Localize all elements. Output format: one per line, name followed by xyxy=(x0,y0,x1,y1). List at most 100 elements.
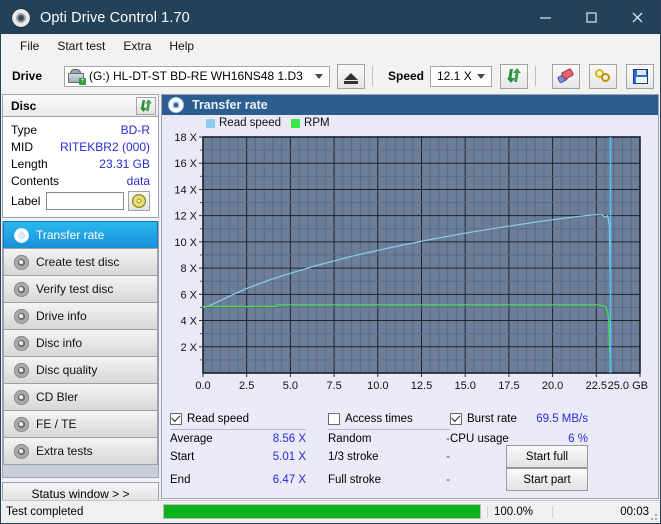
cpu-usage-key: CPU usage xyxy=(450,433,526,445)
toolbar-divider-2 xyxy=(535,66,536,86)
disc-icon xyxy=(10,417,32,432)
svg-text:20.0: 20.0 xyxy=(542,380,563,392)
sidebar-item-fe-te[interactable]: FE / TE xyxy=(3,410,158,438)
start-part-button[interactable]: Start part xyxy=(506,468,588,491)
disc-row-length: Length 23.31 GB xyxy=(3,155,158,172)
disc-value: 23.31 GB xyxy=(99,157,150,171)
stats-panel: Read speed Access times Burst rate 69.5 … xyxy=(162,405,658,498)
disc-key: Type xyxy=(11,123,37,137)
stats-grid: Read speed Access times Burst rate 69.5 … xyxy=(170,409,650,491)
stat-key: End xyxy=(170,474,248,486)
stats-row-start: Start 5.01 X 1/3 stroke - Start full xyxy=(170,445,650,468)
tab-title: Transfer rate xyxy=(192,98,268,112)
refresh-icon xyxy=(506,68,522,84)
speed-select[interactable]: 12.1 X xyxy=(430,66,492,87)
sidebar-item-label: Extra tests xyxy=(36,444,93,458)
stat-key: Average xyxy=(170,433,248,445)
disc-panel-title: Disc xyxy=(11,99,36,113)
chevron-down-icon xyxy=(315,74,323,79)
sidebar-item-label: CD Bler xyxy=(36,390,78,404)
disc-value: data xyxy=(127,174,150,188)
disc-value: BD-R xyxy=(121,123,150,137)
toolbar-divider-1 xyxy=(372,66,373,86)
drive-select[interactable]: + (G:) HL-DT-ST BD-RE WH16NS48 1.D3 xyxy=(64,66,330,87)
chart-canvas: 2 X4 X6 X8 X10 X12 X14 X16 X18 X0.02.55.… xyxy=(162,115,660,405)
disc-info-list: Type BD-R MID RITEKBR2 (000) Length 23.3… xyxy=(2,116,159,218)
chevron-down-icon xyxy=(477,74,485,79)
svg-text:17.5: 17.5 xyxy=(498,380,519,392)
cpu-usage-value: 6 % xyxy=(526,433,588,445)
disc-row-mid: MID RITEKBR2 (000) xyxy=(3,138,158,155)
eraser-icon xyxy=(558,69,575,84)
sidebar-item-cd-bler[interactable]: CD Bler xyxy=(3,383,158,411)
svg-text:18 X: 18 X xyxy=(174,132,197,144)
link-button[interactable] xyxy=(589,64,617,89)
disc-icon xyxy=(10,309,32,324)
stat-value: 6.47 X xyxy=(248,474,306,486)
close-button[interactable] xyxy=(614,1,660,34)
menu-item-extra[interactable]: Extra xyxy=(114,37,160,55)
svg-text:2.5: 2.5 xyxy=(239,380,254,392)
sidebar-filler xyxy=(3,465,158,477)
disc-label-button[interactable] xyxy=(128,191,150,211)
svg-text:8 X: 8 X xyxy=(180,263,197,275)
sidebar-item-transfer-rate[interactable]: Transfer rate xyxy=(3,221,158,249)
menu-item-file[interactable]: File xyxy=(11,37,48,55)
stat-value-2: - xyxy=(410,474,450,486)
svg-text:10.0: 10.0 xyxy=(367,380,388,392)
start-part-label: Start part xyxy=(523,474,570,486)
refresh-icon xyxy=(139,99,153,113)
sidebar-item-disc-quality[interactable]: Disc quality xyxy=(3,356,158,384)
sidebar-item-create-test-disc[interactable]: Create test disc xyxy=(3,248,158,276)
erase-disc-button[interactable] xyxy=(552,64,580,89)
refresh-drive-button[interactable] xyxy=(500,64,528,89)
resize-grip[interactable] xyxy=(647,510,657,520)
stats-rules xyxy=(170,429,650,430)
status-window-label: Status window > > xyxy=(31,487,129,501)
disc-panel-header: Disc xyxy=(2,94,159,116)
sidebar-item-label: Drive info xyxy=(36,309,87,323)
progress-bar xyxy=(163,504,481,519)
status-bar: Test completed 100.0% 00:03 xyxy=(2,500,659,522)
disc-value: RITEKBR2 (000) xyxy=(60,140,150,154)
svg-text:25.0 GB: 25.0 GB xyxy=(608,380,648,392)
minimize-button[interactable] xyxy=(522,1,568,34)
sidebar-item-disc-info[interactable]: Disc info xyxy=(3,329,158,357)
start-full-button[interactable]: Start full xyxy=(506,445,588,468)
maximize-button[interactable] xyxy=(568,1,614,34)
read-speed-label: Read speed xyxy=(187,413,249,425)
right-panel: Transfer rate Read speed RPM 2 X4 X6 X8 … xyxy=(161,94,659,499)
progress-percent: 100.0% xyxy=(487,506,552,518)
svg-text:14 X: 14 X xyxy=(174,184,197,196)
access-times-checkbox[interactable] xyxy=(328,413,340,425)
disc-label-input[interactable] xyxy=(46,192,124,210)
sidebar-item-extra-tests[interactable]: Extra tests xyxy=(3,437,158,465)
menu-item-help[interactable]: Help xyxy=(160,37,203,55)
title-bar: Opti Drive Control 1.70 xyxy=(1,1,660,34)
disc-refresh-button[interactable] xyxy=(136,97,156,115)
tab-transfer-rate[interactable]: Transfer rate xyxy=(162,95,658,115)
eject-button[interactable] xyxy=(337,64,365,89)
application-window: Opti Drive Control 1.70 File Start test … xyxy=(0,0,661,524)
sidebar-nav: Transfer rate Create test disc Verify te… xyxy=(2,221,159,478)
sidebar-item-label: Disc info xyxy=(36,336,82,350)
sidebar-item-drive-info[interactable]: Drive info xyxy=(3,302,158,330)
stats-header-row: Read speed Access times Burst rate 69.5 … xyxy=(170,409,650,428)
burst-rate-checkbox-group[interactable]: Burst rate xyxy=(450,409,526,428)
save-button[interactable] xyxy=(626,64,654,89)
cd-icon xyxy=(132,194,146,208)
stat-value: 8.56 X xyxy=(248,433,306,445)
burst-rate-checkbox[interactable] xyxy=(450,413,462,425)
disc-icon xyxy=(10,282,32,297)
read-speed-checkbox[interactable] xyxy=(170,413,182,425)
link-icon xyxy=(595,68,612,84)
stat-value-2: - xyxy=(410,451,450,463)
menu-item-start-test[interactable]: Start test xyxy=(48,37,114,55)
sidebar-item-verify-test-disc[interactable]: Verify test disc xyxy=(3,275,158,303)
disc-label-key: Label xyxy=(11,194,40,208)
legend-swatch-read-speed xyxy=(206,119,215,128)
access-times-checkbox-group[interactable]: Access times xyxy=(328,409,450,428)
svg-text:6 X: 6 X xyxy=(180,289,197,301)
read-speed-checkbox-group[interactable]: Read speed xyxy=(170,409,306,428)
drive-select-value: (G:) HL-DT-ST BD-RE WH16NS48 1.D3 xyxy=(89,69,303,83)
